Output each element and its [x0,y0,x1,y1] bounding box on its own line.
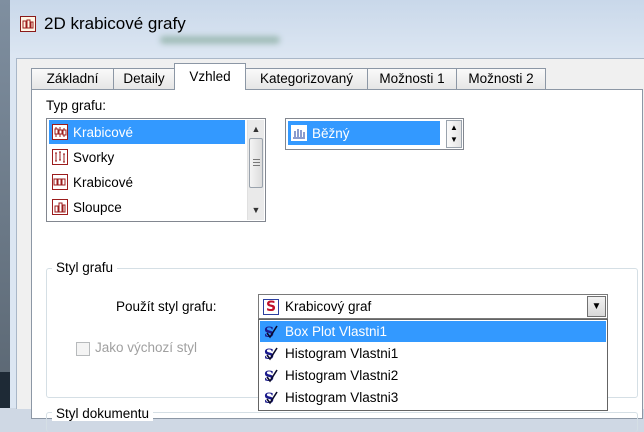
title-bar[interactable]: 2D krabicové grafy [10,0,644,56]
use-style-label: Použít styl grafu: [116,299,217,314]
default-style-label: Jako výchozí styl [95,340,198,355]
tab-vzhled[interactable]: Vzhled [174,63,246,90]
window-edge-left [0,0,10,408]
dropdown-option[interactable]: S Box Plot Vlastni1 [260,321,606,342]
subtype-spinner[interactable]: ▲ ▼ [446,120,462,148]
list-item-label: Krabicové [73,174,134,190]
dropdown-option[interactable]: S Histogram Vlastni2 [260,365,606,386]
scroll-up-icon[interactable]: ▲ [248,121,264,138]
style-check-icon: S [263,324,279,341]
dropdown-option[interactable]: S Histogram Vlastni3 [260,387,606,408]
tab-zakladni[interactable]: Základní [31,68,114,89]
chart-style-value: Krabicový graf [285,299,372,314]
dropdown-option-label: Histogram Vlastni3 [285,390,399,405]
chart-type-list[interactable]: Krabicové Svorky Krabicové Sloupce ▲ ▼ [46,118,266,222]
chart-type-label: Typ grafu: [46,98,107,113]
list-item[interactable]: Krabicové [49,170,245,194]
dropdown-option-label: Box Plot Vlastni1 [285,324,388,339]
background-window-corner [0,372,10,408]
dialog-window: 2D krabicové grafy Základní Detaily Vzhl… [10,0,644,432]
list-item-label: Běžný [312,125,350,141]
chart-type-scrollbar[interactable]: ▲ ▼ [247,120,264,220]
tab-kategorizovany[interactable]: Kategorizovaný [245,68,368,89]
spin-down-icon[interactable]: ▼ [447,134,461,146]
list-item-label: Svorky [73,149,115,165]
scroll-thumb[interactable] [249,138,263,188]
document-style-group-title: Styl dokumentu [52,406,154,421]
list-item[interactable]: Svorky [49,145,245,169]
tab-detaily[interactable]: Detaily [113,68,175,89]
default-style-checkbox[interactable] [76,342,90,356]
title-glow [160,36,280,44]
scroll-down-icon[interactable]: ▼ [248,202,264,219]
style-check-icon: S [263,346,279,363]
dialog-client: Základní Detaily Vzhled Kategorizovaný M… [16,58,644,432]
chart-subtype-list[interactable]: Běžný ▲ ▼ [285,118,464,150]
list-item[interactable]: Krabicové [49,120,245,144]
dropdown-arrow-icon[interactable]: ▼ [587,296,606,317]
dropdown-option[interactable]: S Histogram Vlastni1 [260,343,606,364]
spin-up-icon[interactable]: ▲ [447,122,461,134]
style-check-icon: S [263,368,279,385]
list-item[interactable]: Sloupce [49,195,245,219]
chart-style-dropdown-list[interactable]: S Box Plot Vlastni1 S Histogram Vlastni1 [258,319,608,411]
boxes-icon [52,174,68,190]
box-whisker-icon [52,124,68,140]
dropdown-option-label: Histogram Vlastni1 [285,346,399,361]
app-chart-icon [20,16,36,32]
tab-panel-vzhled: Typ grafu: Krabicové Svorky Krabicové Sl… [31,89,643,432]
dropdown-option-label: Histogram Vlastni2 [285,368,399,383]
list-item[interactable]: Běžný [288,121,440,145]
chart-style-group-title: Styl grafu [52,260,118,275]
columns-icon [52,199,68,215]
whisker-icon [52,149,68,165]
regular-icon [291,125,307,141]
style-s-icon: S [263,298,279,315]
tab-moznosti-1[interactable]: Možnosti 1 [367,68,457,89]
style-check-icon: S [263,390,279,407]
list-item-label: Krabicové [73,124,134,140]
window-title: 2D krabicové grafy [44,14,186,33]
list-item-label: Sloupce [73,199,122,215]
tab-moznosti-2[interactable]: Možnosti 2 [456,68,546,89]
chart-style-combo[interactable]: S Krabicový graf ▼ [258,294,608,319]
